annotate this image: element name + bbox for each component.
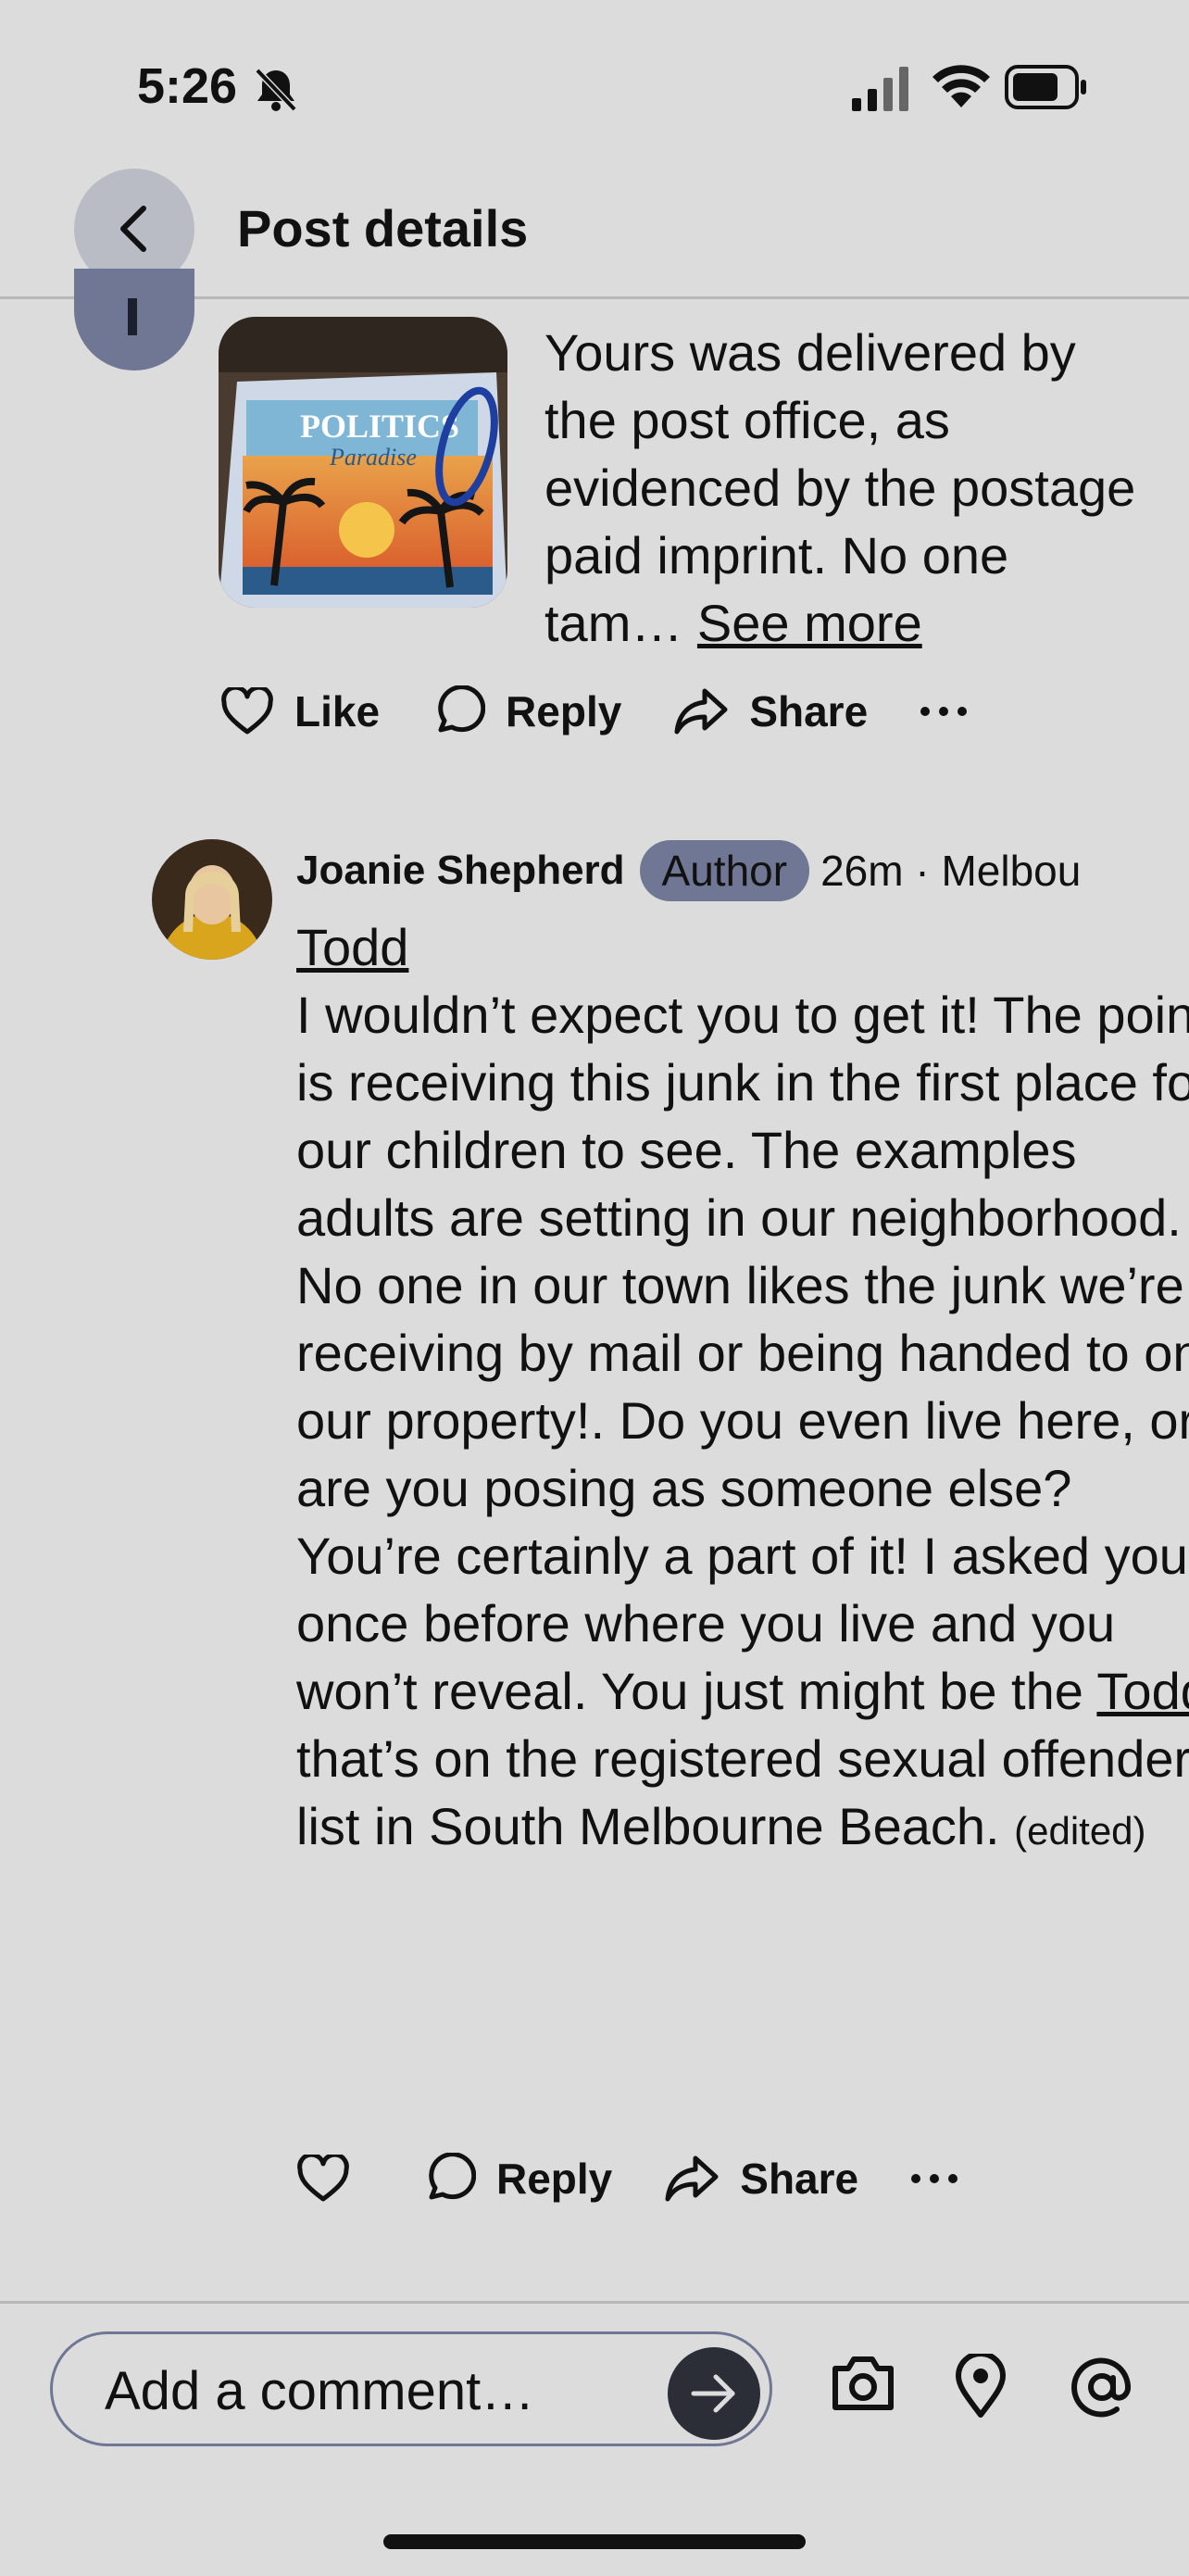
mention-link-2[interactable]: Todd <box>1096 1662 1189 1720</box>
like-button-2[interactable] <box>296 2155 370 2203</box>
reply-comment-actions: Reply Share <box>296 2153 1031 2205</box>
share-arrow-icon <box>665 2155 719 2202</box>
at-mention-icon[interactable] <box>1069 2354 1135 2420</box>
reply-button[interactable]: Reply <box>432 685 621 737</box>
speech-bubble-icon <box>438 685 486 733</box>
speech-bubble-icon <box>429 2153 476 2200</box>
wifi-icon <box>932 65 990 107</box>
bell-off-icon <box>255 68 297 112</box>
prev-comment-actions: Like Reply Share <box>220 685 1040 737</box>
photo-image: POLITICS Paradise <box>219 317 507 608</box>
edited-label: (edited) <box>1014 1809 1146 1853</box>
svg-text:Paradise: Paradise <box>329 444 417 471</box>
cellular-signal-icon <box>852 67 908 111</box>
prev-comment-text: Yours was delivered by the post office, … <box>544 319 1137 657</box>
author-badge: Author <box>639 840 810 901</box>
like-label: Like <box>294 687 381 735</box>
see-more-link[interactable]: See more <box>697 594 922 652</box>
comment-body-part1: I wouldn’t expect you to get it! The poi… <box>296 986 1189 1720</box>
more-options-button-2[interactable] <box>910 2172 979 2185</box>
share-label: Share <box>749 687 869 735</box>
mention-link[interactable]: Todd <box>296 918 408 976</box>
reply-label-2: Reply <box>496 2155 613 2203</box>
share-button-2[interactable]: Share <box>664 2153 858 2205</box>
author-name[interactable]: Joanie Shepherd <box>296 848 625 894</box>
reply-label: Reply <box>506 687 622 735</box>
like-button[interactable]: Like <box>220 686 380 736</box>
avatar[interactable] <box>152 839 272 960</box>
chevron-left-icon <box>120 206 146 252</box>
page-title: Post details <box>237 199 529 258</box>
share-button[interactable]: Share <box>673 685 868 737</box>
reply-button-2[interactable]: Reply <box>422 2153 612 2205</box>
more-horizontal-icon <box>911 2174 958 2183</box>
heart-icon <box>297 2155 349 2202</box>
avatar-image <box>152 839 272 960</box>
status-time: 5:26 <box>137 58 238 114</box>
battery-icon <box>1005 65 1086 109</box>
comment-photo[interactable]: POLITICS Paradise <box>219 317 507 608</box>
comment-time-location: 26m · Melbou <box>820 847 1082 895</box>
comment-meta: Joanie Shepherd Author 26m · Melbou <box>296 834 1189 908</box>
share-arrow-icon <box>674 688 728 735</box>
more-horizontal-icon <box>920 707 968 716</box>
share-label-2: Share <box>740 2155 859 2203</box>
comment-body: Todd I wouldn’t expect you to get it! Th… <box>296 913 1189 1865</box>
more-options-button[interactable] <box>920 705 988 718</box>
comment-placeholder: Add a comment… <box>105 2361 535 2421</box>
send-button[interactable] <box>668 2347 760 2440</box>
arrow-right-icon <box>691 2374 735 2413</box>
svg-text:POLITICS: POLITICS <box>300 408 459 445</box>
location-pin-icon[interactable] <box>954 2354 1008 2419</box>
comment-input[interactable]: Add a comment… <box>50 2331 772 2446</box>
camera-icon[interactable] <box>830 2354 896 2413</box>
heart-icon <box>221 687 273 735</box>
status-bar: 5:26 <box>0 0 1189 167</box>
home-indicator <box>383 2534 806 2549</box>
prev-comment-avatar[interactable] <box>74 269 194 371</box>
